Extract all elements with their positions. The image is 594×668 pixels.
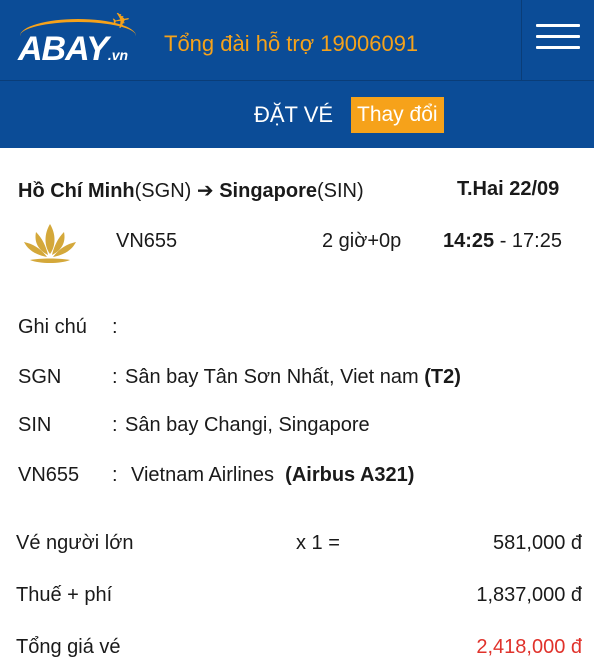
to-code: (SIN) [317,180,364,202]
note-label: Ghi chú [18,316,87,338]
divider [521,0,522,80]
flight-times: 14:25 - 17:25 [443,230,562,253]
route: Hồ Chí Minh(SGN) ➔ Singapore(SIN) [18,178,364,203]
total-fare-label: Tổng giá vé [16,636,121,658]
airplane-icon: ✈ [109,6,133,35]
origin-code: SGN [18,366,62,388]
origin-colon: : [112,366,118,388]
adult-multiplier: x 1 = [296,532,340,554]
dest-airport: Sân bay Changi, Singapore [125,414,370,436]
booking-bar: ĐẶT VÉ Thay đổi [0,80,594,148]
vietnam-airlines-lotus-logo [24,224,76,263]
to-city: Singapore [219,180,317,202]
change-button[interactable]: Thay đổi [351,97,444,133]
dest-code: SIN [18,414,52,436]
top-bar: ✈ ABAY.vn Tổng đài hỗ trợ 19006091 [0,0,594,80]
tax-fee-label: Thuế + phí [16,584,113,606]
depart-time: 14:25 [443,230,495,252]
page-title: ĐẶT VÉ [254,102,334,127]
aircraft-type: (Airbus A321) [285,464,415,486]
arrow-right-icon: ➔ [196,180,214,202]
note-colon: : [112,316,118,338]
origin-airport: Sân bay Tân Sơn Nhất, Viet nam (T2) [125,366,461,388]
from-code: (SGN) [134,180,192,202]
dest-colon: : [112,414,118,436]
flight-number: VN655 [116,230,178,252]
arrive-time: - 17:25 [499,230,562,252]
hamburger-menu-icon[interactable] [536,24,580,54]
tax-fee-value: 1,837,000 đ [476,584,582,606]
flight-code: VN655 [18,464,80,486]
from-city: Hồ Chí Minh [18,180,135,202]
booking-summary: Hồ Chí Minh(SGN) ➔ Singapore(SIN) T.Hai … [0,148,594,668]
adult-fare-value: 581,000 đ [493,532,582,554]
origin-terminal: (T2) [424,366,461,388]
adult-fare-label: Vé người lớn [16,532,134,554]
hotline-text[interactable]: Tổng đài hỗ trợ 19006091 [164,30,418,58]
flight-colon: : [112,464,118,486]
logo-text: ABAY.vn [18,30,129,68]
total-fare-value: 2,418,000 đ [476,636,582,658]
flight-duration: 2 giờ+0p [322,230,402,252]
airline-info: Vietnam Airlines (Airbus A321) [131,464,415,486]
flight-date: T.Hai 22/09 [457,178,560,200]
abay-logo[interactable]: ✈ ABAY.vn [12,6,142,66]
